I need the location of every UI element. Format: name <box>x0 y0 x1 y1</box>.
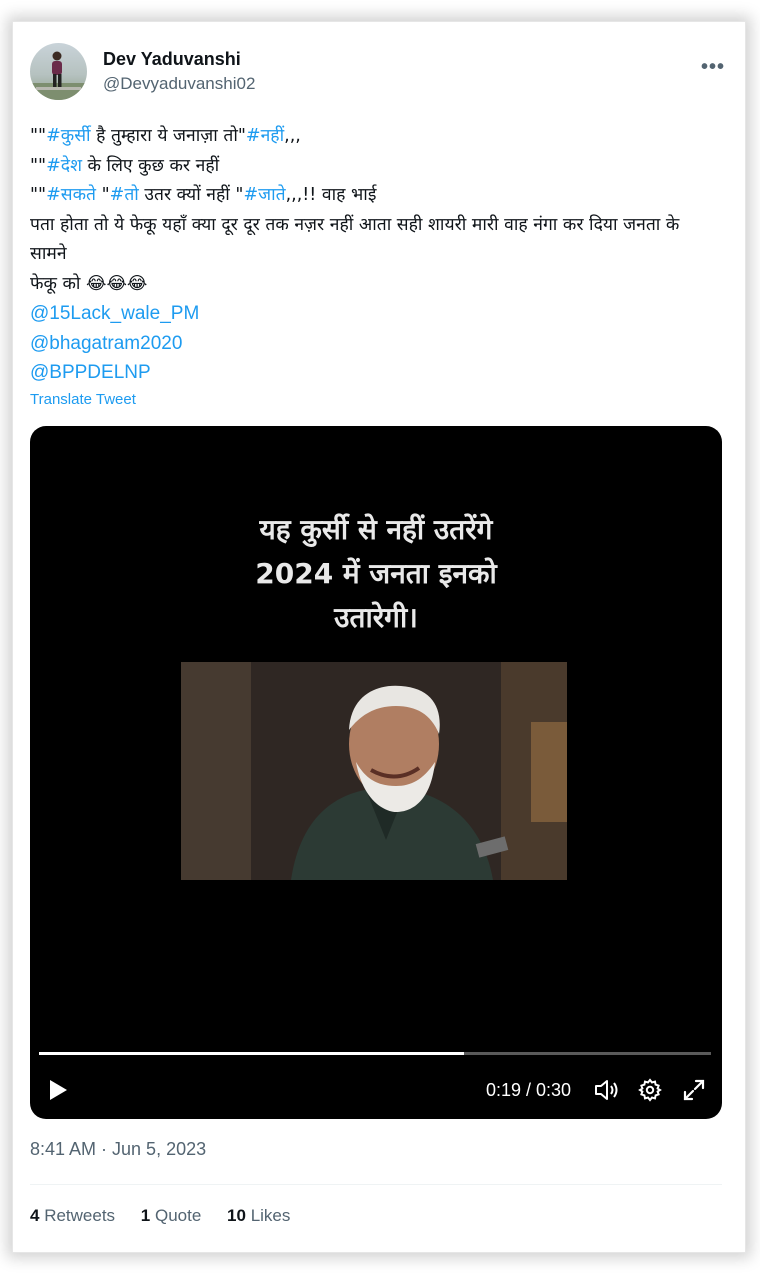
mention-link[interactable]: @15Lack_wale_PM <box>30 299 720 329</box>
tweet-line: ""#सकते "#तो उतर क्यों नहीं "#जाते,,,!! … <box>30 185 377 205</box>
tweet-text: ""#कुर्सी है तुम्हारा ये जनाज़ा तो"#नहीं… <box>30 122 720 388</box>
author-name[interactable]: Dev Yaduvanshi <box>103 49 241 70</box>
hashtag-link[interactable]: #कुर्सी <box>46 126 90 146</box>
mention-link[interactable]: @bhagatram2020 <box>30 329 720 359</box>
video-frame-image <box>181 662 567 880</box>
volume-icon[interactable] <box>594 1078 620 1107</box>
tweet-line: फेकू को 😂😂😂 <box>30 273 148 294</box>
tweet-line: ""#देश के लिए कुछ कर नहीं <box>30 155 220 176</box>
video-progress-bar[interactable] <box>39 1052 711 1055</box>
hashtag-link[interactable]: #सकते <box>46 185 96 205</box>
more-options-icon[interactable]: ••• <box>701 56 725 79</box>
video-progress-fill <box>39 1052 465 1055</box>
retweets-count[interactable]: 4 Retweets <box>30 1206 115 1225</box>
caption-line: यह कुर्सी से नहीं उतरेंगे <box>259 513 493 546</box>
tweet-timestamp[interactable]: 8:41 AM · Jun 5, 2023 <box>30 1139 206 1160</box>
tweet-line: पता होता तो ये फेकू यहाँ क्या दूर दूर तक… <box>30 214 680 265</box>
fullscreen-icon[interactable] <box>682 1078 706 1107</box>
caption-line: 2024 में जनता इनको <box>255 557 497 590</box>
mention-link[interactable]: @BPPDELNP <box>30 358 720 388</box>
video-player[interactable]: यह कुर्सी से नहीं उतरेंगे 2024 में जनता … <box>30 426 722 1119</box>
video-time: 0:19 / 0:30 <box>486 1080 572 1100</box>
author-handle[interactable]: @Devyaduvanshi02 <box>103 74 255 94</box>
caption-line: उतारेगी। <box>334 601 418 634</box>
translate-tweet-link[interactable]: Translate Tweet <box>30 391 136 408</box>
hashtag-link[interactable]: #जाते <box>243 185 285 205</box>
tweet-line: ""#कुर्सी है तुम्हारा ये जनाज़ा तो"#नहीं… <box>30 126 301 146</box>
play-icon[interactable] <box>48 1079 68 1106</box>
hashtag-link[interactable]: #देश <box>46 156 82 176</box>
avatar[interactable] <box>30 43 87 100</box>
settings-gear-icon[interactable] <box>638 1078 662 1107</box>
divider <box>30 1184 722 1185</box>
avatar-photo <box>30 51 87 100</box>
hashtag-link[interactable]: #तो <box>110 185 139 205</box>
tweet-card: Dev Yaduvanshi @Devyaduvanshi02 ••• ""#क… <box>13 22 745 1252</box>
likes-count[interactable]: 10 Likes <box>227 1206 290 1225</box>
quotes-count[interactable]: 1 Quote <box>141 1206 202 1225</box>
engagement-stats: 4 Retweets 1 Quote 10 Likes <box>30 1206 311 1226</box>
hashtag-link[interactable]: #नहीं <box>246 126 284 146</box>
video-frame-illustration <box>181 662 567 880</box>
video-caption: यह कुर्सी से नहीं उतरेंगे 2024 में जनता … <box>30 508 722 640</box>
